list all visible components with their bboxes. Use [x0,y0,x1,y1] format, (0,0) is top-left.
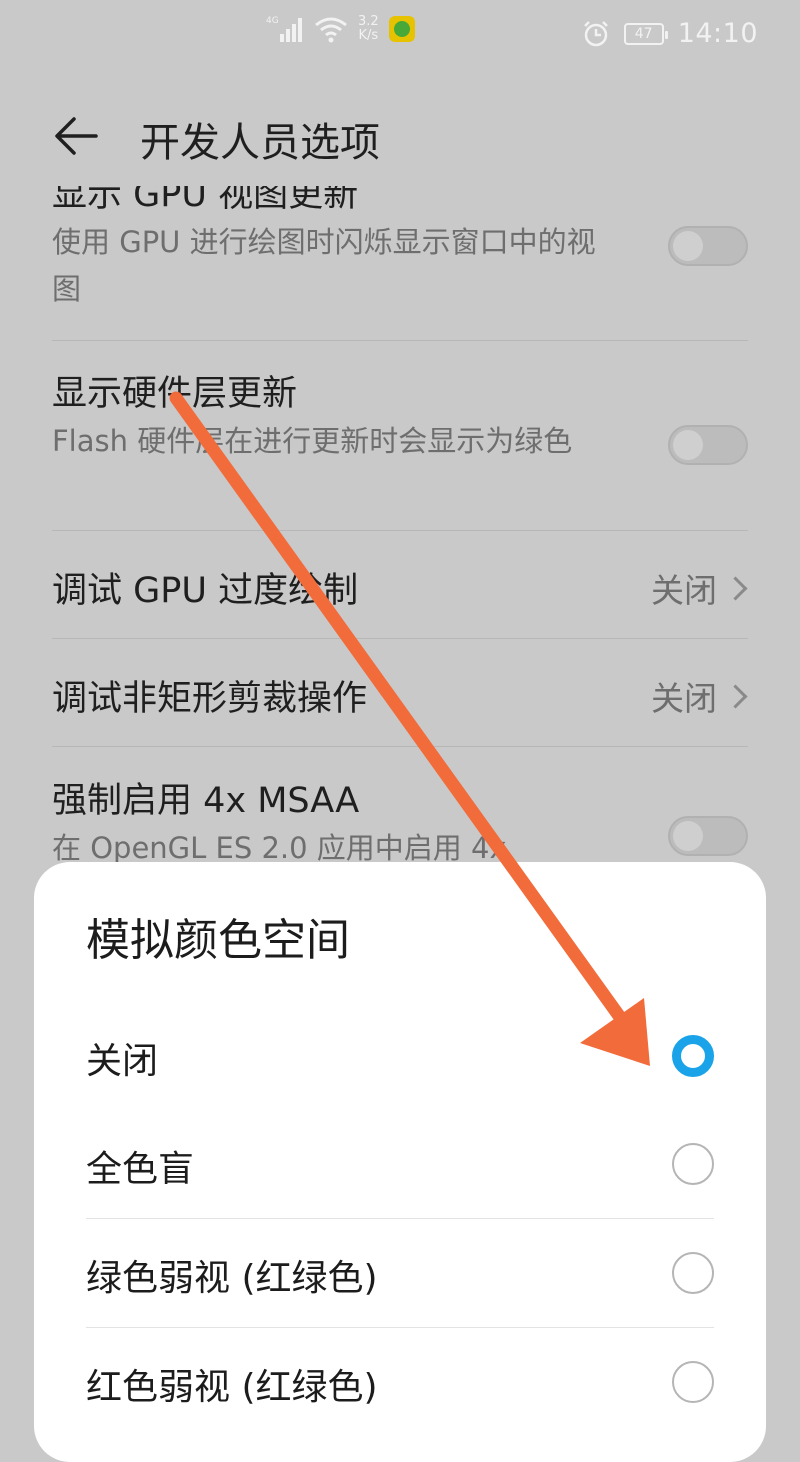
radio-selected[interactable] [672,1035,714,1077]
radio-unselected[interactable] [672,1143,714,1185]
back-arrow-icon [55,117,98,155]
divider [52,638,748,639]
divider [52,530,748,531]
setting-value: 关闭 [651,672,748,720]
option-protanomaly[interactable]: 红色弱视 (红绿色) [86,1328,714,1436]
setting-show-gpu-view-updates[interactable]: 显示 GPU 视图更新 使用 GPU 进行绘图时闪烁显示窗口中的视图 [52,186,748,326]
color-space-dialog: 模拟颜色空间 关闭 全色盲 绿色弱视 (红绿色) 红色弱视 (红绿色) [34,862,766,1462]
radio-unselected[interactable] [672,1361,714,1403]
toggle-switch[interactable] [668,816,748,856]
battery-indicator: 47 [623,22,668,45]
setting-title: 强制启用 4x MSAA [52,781,360,821]
status-right: 47 14:10 [582,18,758,49]
option-monochromacy[interactable]: 全色盲 [86,1110,714,1218]
setting-subtitle: Flash 硬件层在进行更新时会显示为绿色 [52,424,573,458]
back-button[interactable] [52,114,102,158]
chevron-right-icon [723,683,748,709]
setting-value-text: 关闭 [651,571,717,610]
setting-subtitle: 使用 GPU 进行绘图时闪烁显示窗口中的视图 [52,225,596,306]
radio-unselected[interactable] [672,1252,714,1294]
option-deuteranomaly[interactable]: 绿色弱视 (红绿色) [86,1219,714,1327]
setting-title: 显示硬件层更新 [52,374,298,414]
toggle-switch[interactable] [668,425,748,465]
setting-debug-gpu-overdraw[interactable]: 调试 GPU 过度绘制 关闭 [52,562,748,622]
wifi-icon [315,17,347,43]
network-speed: 3.2 K/s [358,15,379,43]
setting-title: 调试非矩形剪裁操作 [52,679,368,719]
divider [52,746,748,747]
cellular-signal-icon: 4G [266,16,302,42]
status-time: 14:10 [677,18,758,49]
option-label: 关闭 [86,1041,159,1082]
alarm-clock-icon [583,20,608,46]
svg-text:4G: 4G [266,16,279,26]
setting-debug-non-rect-clip[interactable]: 调试非矩形剪裁操作 关闭 [52,670,748,730]
chevron-right-icon [723,575,748,601]
option-label: 绿色弱视 (红绿色) [86,1258,378,1299]
page-title: 开发人员选项 [140,120,380,166]
network-speed-value: 3.2 [358,14,379,29]
setting-show-hardware-layer-updates[interactable]: 显示硬件层更新 Flash 硬件层在进行更新时会显示为绿色 [52,365,748,515]
notification-app-icon [388,16,415,42]
toggle-switch[interactable] [668,226,748,266]
option-label: 红色弱视 (红绿色) [86,1367,378,1408]
setting-value-text: 关闭 [651,679,717,718]
status-left: 4G 3.2 K/s [266,14,415,44]
divider [52,340,748,341]
setting-value: 关闭 [651,564,748,612]
status-bar: 4G 3.2 K/s 47 14:10 [0,0,800,76]
dialog-title: 模拟颜色空间 [86,915,350,966]
option-off[interactable]: 关闭 [86,1002,714,1110]
network-speed-unit: K/s [358,28,379,43]
app-header: 开发人员选项 [0,92,800,182]
setting-title: 调试 GPU 过度绘制 [52,571,359,611]
option-label: 全色盲 [86,1149,195,1190]
